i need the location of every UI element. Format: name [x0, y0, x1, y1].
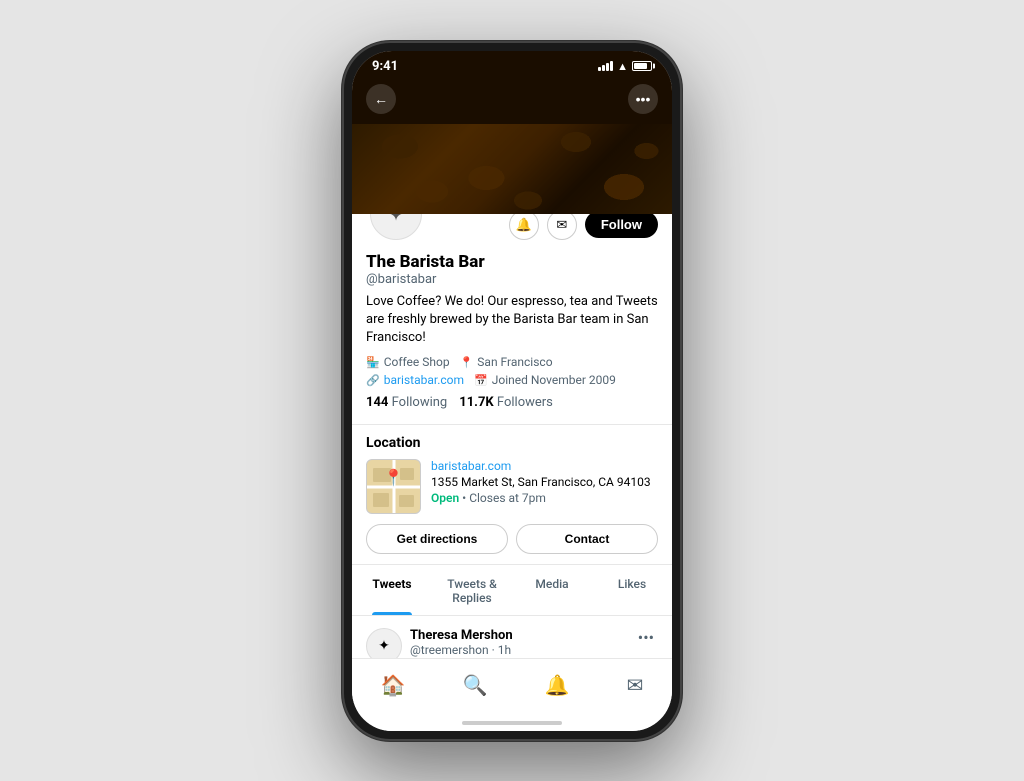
profile-name: The Barista Bar — [366, 252, 658, 272]
app-header: ← ••• — [352, 78, 672, 124]
battery-icon — [632, 61, 652, 71]
map-thumbnail[interactable]: 📍 — [366, 459, 421, 514]
tweet-author-name: Theresa Mershon — [410, 628, 626, 643]
get-directions-button[interactable]: Get directions — [366, 524, 508, 554]
tab-likes[interactable]: Likes — [592, 565, 672, 615]
location-title: Location — [366, 435, 658, 451]
tweet-time: 1h — [498, 643, 511, 657]
location-status: Open • Closes at 7pm — [431, 491, 658, 505]
status-time: 9:41 — [372, 59, 398, 74]
scroll-content[interactable]: ✦ 🔔 ✉ Follow The Barista Bar @baristabar… — [352, 124, 672, 658]
home-indicator — [352, 717, 672, 731]
meta-joined: 📅 Joined November 2009 — [474, 373, 616, 387]
tweet-handle: @treemershon — [410, 643, 489, 657]
notification-button[interactable]: 🔔 — [509, 210, 539, 240]
more-button[interactable]: ••• — [628, 84, 658, 114]
location-info: baristabar.com 1355 Market St, San Franc… — [431, 459, 658, 505]
nav-notifications[interactable]: 🔔 — [529, 669, 586, 701]
meta-location: 📍 San Francisco — [460, 355, 553, 369]
tab-media[interactable]: Media — [512, 565, 592, 615]
location-buttons: Get directions Contact — [366, 524, 658, 554]
profile-meta: 🏪 Coffee Shop 📍 San Francisco 🔗 baristab… — [366, 355, 658, 387]
link-icon: 🔗 — [366, 374, 380, 387]
location-icon: 📍 — [460, 356, 474, 369]
profile-actions: 🔔 ✉ Follow — [509, 210, 658, 240]
tweet-user-info: Theresa Mershon @treemershon · 1h — [410, 628, 626, 657]
open-status: Open — [431, 491, 459, 505]
back-button[interactable]: ← — [366, 84, 396, 114]
status-icons: ▲ — [598, 60, 652, 73]
message-button[interactable]: ✉ — [547, 210, 577, 240]
map-block — [399, 495, 414, 507]
coffee-beans-pattern — [352, 124, 672, 214]
location-website-link[interactable]: baristabar.com — [431, 459, 658, 473]
following-label: Following — [392, 395, 448, 410]
location-card: 📍 baristabar.com 1355 Market St, San Fra… — [366, 459, 658, 514]
profile-bio: Love Coffee? We do! Our espresso, tea an… — [366, 293, 658, 348]
tabs-bar: Tweets Tweets & Replies Media Likes — [352, 565, 672, 616]
tweet-header: ✦ Theresa Mershon @treemershon · 1h ••• — [366, 628, 658, 657]
tab-tweets[interactable]: Tweets — [352, 565, 432, 615]
website-link[interactable]: baristabar.com — [384, 373, 464, 387]
nav-home[interactable]: 🏠 — [365, 669, 422, 701]
cover-photo — [352, 124, 672, 214]
map-pin-icon: 📍 — [384, 468, 404, 487]
bottom-nav: 🏠 🔍 🔔 ✉ — [352, 658, 672, 717]
tweet-card: ✦ Theresa Mershon @treemershon · 1h ••• … — [352, 616, 672, 657]
following-stat[interactable]: 144 Following — [366, 395, 447, 410]
meta-category-text: Coffee Shop — [384, 355, 450, 369]
followers-count: 11.7K — [459, 395, 493, 410]
location-address: 1355 Market St, San Francisco, CA 94103 — [431, 475, 658, 489]
phone-screen: 9:41 ▲ ← ••• — [352, 51, 672, 731]
profile-header: ✦ 🔔 ✉ Follow The Barista Bar @baristabar… — [352, 184, 672, 426]
tweet-avatar: ✦ — [366, 628, 402, 657]
location-section: Location 📍 barist — [352, 425, 672, 565]
follow-stats: 144 Following 11.7K Followers — [366, 395, 658, 410]
meta-category: 🏪 Coffee Shop — [366, 355, 450, 369]
wifi-icon: ▲ — [617, 60, 628, 73]
map-block — [373, 493, 389, 507]
nav-messages[interactable]: ✉ — [611, 669, 660, 701]
meta-website[interactable]: 🔗 baristabar.com — [366, 373, 464, 387]
calendar-icon: 📅 — [474, 374, 488, 387]
status-bar: 9:41 ▲ — [352, 51, 672, 78]
followers-label: Followers — [497, 395, 553, 410]
followers-stat[interactable]: 11.7K Followers — [459, 395, 553, 410]
meta-joined-text: Joined November 2009 — [492, 373, 616, 387]
phone-frame: 9:41 ▲ ← ••• — [342, 41, 682, 741]
meta-location-text: San Francisco — [477, 355, 552, 369]
tweet-more-button[interactable]: ••• — [634, 628, 658, 647]
signal-icon — [598, 61, 613, 71]
contact-button[interactable]: Contact — [516, 524, 658, 554]
close-status: • Closes at 7pm — [462, 491, 546, 505]
home-bar — [462, 721, 562, 725]
nav-search[interactable]: 🔍 — [447, 669, 504, 701]
tweet-handle-time: @treemershon · 1h — [410, 643, 626, 657]
tab-tweets-replies[interactable]: Tweets & Replies — [432, 565, 512, 615]
profile-handle: @baristabar — [366, 272, 658, 287]
shop-icon: 🏪 — [366, 356, 380, 369]
follow-button[interactable]: Follow — [585, 211, 658, 238]
following-count: 144 — [366, 395, 388, 410]
